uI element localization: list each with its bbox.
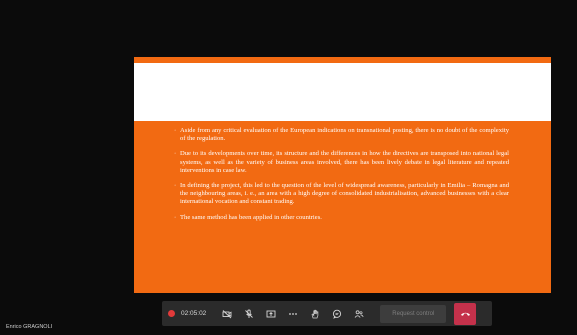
bullet-text: In defining the project, this led to the… — [180, 182, 509, 206]
request-control-button[interactable]: Request control — [380, 304, 447, 323]
participants-icon — [354, 309, 364, 318]
more-options-button[interactable] — [284, 305, 302, 323]
share-screen-button[interactable] — [262, 305, 280, 323]
raise-hand-icon — [311, 309, 319, 318]
share-screen-icon — [266, 310, 276, 317]
slide-bullet: · In defining the project, this led to t… — [174, 182, 509, 207]
camera-off-button[interactable] — [218, 305, 236, 323]
more-options-icon — [289, 312, 298, 315]
slide-bullet: · Aside from any critical evaluation of … — [174, 127, 509, 143]
bullet-text: Due to its developments over time, its s… — [180, 150, 509, 174]
call-control-bar: 02:05:02 Request control — [162, 301, 492, 326]
microphone-off-icon — [245, 309, 254, 318]
chat-icon — [333, 309, 342, 319]
shared-slide: · Aside from any critical evaluation of … — [134, 57, 551, 293]
chat-button[interactable] — [328, 305, 346, 323]
slide-bullet: · The same method has been applied in ot… — [174, 214, 509, 222]
recording-indicator-icon — [168, 310, 175, 317]
slide-header-area — [134, 63, 551, 121]
bullet-text: The same method has been applied in othe… — [180, 213, 322, 221]
bullet-text: Aside from any critical evaluation of th… — [180, 127, 509, 143]
hang-up-icon — [460, 312, 470, 316]
raise-hand-button[interactable] — [306, 305, 324, 323]
hang-up-button[interactable] — [454, 302, 477, 325]
slide-bullet: · Due to its developments over time, its… — [174, 150, 509, 175]
participant-name-label: Enrico GRAGNOLI — [6, 324, 53, 330]
participants-button[interactable] — [350, 305, 368, 323]
microphone-off-button[interactable] — [240, 305, 258, 323]
call-timer: 02:05:02 — [181, 310, 207, 317]
slide-body: · Aside from any critical evaluation of … — [174, 127, 509, 229]
camera-off-icon — [222, 309, 232, 318]
